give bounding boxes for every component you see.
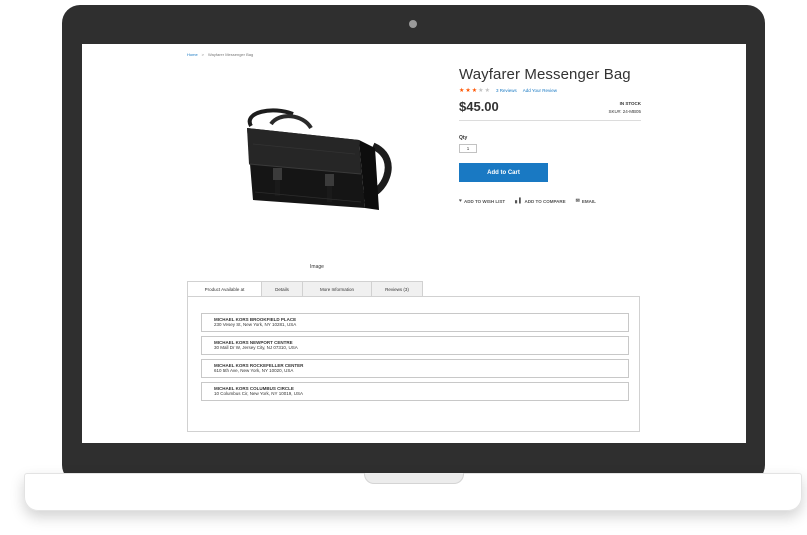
product-image[interactable]	[233, 104, 401, 224]
image-caption: Image	[310, 264, 324, 270]
star-icon: ★	[471, 88, 478, 94]
webcam-dot	[409, 20, 417, 28]
product-sku: SKU#: 24-MB05	[608, 109, 641, 114]
laptop-notch	[364, 473, 464, 484]
store-address: 30 Mall Dr W, Jersey City, NJ 07310, USA	[214, 345, 298, 350]
rating-stars: ★ ★ ★ ★ ★	[459, 87, 490, 94]
star-icon: ★	[465, 88, 471, 94]
tab-more-information[interactable]: More Information	[302, 281, 372, 296]
add-review-link[interactable]: Add Your Review	[523, 88, 557, 93]
list-item[interactable]: MICHAEL KORS ROCKEFELLER CENTER 610 5th …	[201, 359, 629, 378]
add-to-compare-link[interactable]: ▖▌ ADD TO COMPARE	[515, 198, 565, 204]
heart-icon: ♥	[459, 198, 462, 204]
tab-product-available-at[interactable]: Product Available at	[187, 281, 262, 297]
tab-details[interactable]: Details	[261, 281, 303, 296]
breadcrumb-separator: >	[201, 52, 205, 57]
stock-status: IN STOCK	[619, 101, 641, 106]
bar-chart-icon: ▖▌	[515, 198, 523, 204]
product-price: $45.00	[459, 99, 499, 114]
product-title: Wayfarer Messenger Bag	[459, 66, 631, 83]
breadcrumb: Home > Wayfarer Messenger Bag	[187, 52, 253, 57]
store-address: 610 5th Ave, New York, NY 10020, USA	[214, 368, 294, 373]
envelope-icon: ✉	[575, 198, 580, 204]
wishlist-label: ADD TO WISH LIST	[463, 198, 506, 204]
store-address: 10 Columbus Cir, New York, NY 10019, USA	[214, 391, 303, 396]
screen: Home > Wayfarer Messenger Bag Image Wayf…	[82, 44, 746, 443]
tab-reviews[interactable]: Reviews (3)	[371, 281, 423, 296]
add-to-cart-button[interactable]: Add to Cart	[459, 163, 548, 182]
email-link[interactable]: ✉ EMAIL	[576, 198, 596, 204]
rating-row: ★ ★ ★ ★ ★ 3 Reviews Add Your Review	[459, 87, 557, 94]
qty-input[interactable]: 1	[459, 144, 477, 153]
product-gallery: Image	[187, 74, 447, 274]
add-to-wishlist-link[interactable]: ♥ ADD TO WISH LIST	[459, 198, 505, 204]
email-label: EMAIL	[581, 198, 596, 204]
reviews-link[interactable]: 3 Reviews	[496, 88, 517, 93]
list-item[interactable]: MICHAEL KORS NEWPORT CENTRE 30 Mall Dr W…	[201, 336, 629, 355]
star-icon: ★	[484, 88, 490, 94]
star-icon: ★	[478, 88, 484, 94]
qty-label: Qty	[459, 135, 468, 141]
store-list: MICHAEL KORS BROOKFIELD PLACE 230 Vesey …	[201, 313, 629, 405]
compare-label: ADD TO COMPARE	[524, 198, 566, 204]
list-item[interactable]: MICHAEL KORS BROOKFIELD PLACE 230 Vesey …	[201, 313, 629, 332]
tab-panel: MICHAEL KORS BROOKFIELD PLACE 230 Vesey …	[187, 296, 640, 432]
store-address: 230 Vesey St, New York, NY 10281, USA	[214, 322, 297, 327]
breadcrumb-current: Wayfarer Messenger Bag	[208, 52, 254, 57]
divider	[459, 120, 641, 121]
star-icon: ★	[459, 88, 465, 94]
breadcrumb-home-link[interactable]: Home	[187, 52, 198, 57]
product-tabs: Product Available at Details More Inform…	[187, 281, 423, 297]
list-item[interactable]: MICHAEL KORS COLUMBUS CIRCLE 10 Columbus…	[201, 382, 629, 401]
product-actions: ♥ ADD TO WISH LIST ▖▌ ADD TO COMPARE ✉ E…	[459, 198, 596, 204]
